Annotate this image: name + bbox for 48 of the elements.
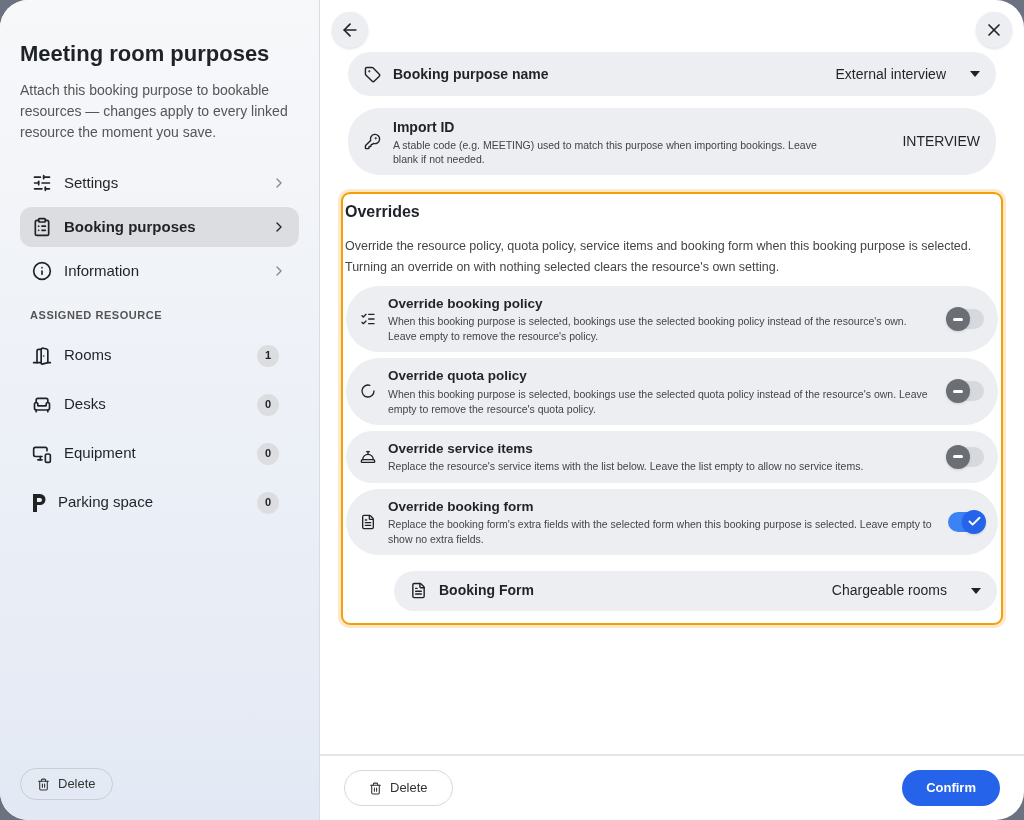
count-badge: 0: [257, 393, 279, 416]
override-description: When this booking purpose is selected, bookings use the selected booking policy instead of the resource's own. Leave empty to remove the resource's policy.: [388, 314, 908, 345]
nav-item[interactable]: Settings: [20, 163, 299, 203]
toggle-switch[interactable]: [948, 511, 984, 532]
resource-item[interactable]: Equipment 0: [20, 433, 299, 474]
parking-icon: [32, 493, 46, 512]
minus-icon: [953, 317, 963, 321]
caret-icon: [970, 71, 980, 77]
key-icon: [364, 133, 381, 150]
caret-icon: [971, 587, 981, 594]
trash-icon: [37, 777, 50, 791]
resource-item[interactable]: Parking space 0: [20, 482, 299, 523]
import-id-field[interactable]: Import ID A stable code (e.g. MEETING) used to match this purpose when importing bookings. Leave blank if not needed. INTERVIEW: [348, 108, 996, 175]
resource-item[interactable]: Desks 0: [20, 384, 299, 425]
field-label: Import ID: [393, 118, 456, 137]
count-badge: 0: [257, 442, 279, 465]
close-button[interactable]: [976, 12, 1012, 48]
resource-item[interactable]: Rooms 1: [20, 335, 299, 376]
minus-icon: [953, 389, 963, 393]
trash-icon: [369, 781, 382, 795]
override-title: Override booking form: [388, 497, 535, 516]
override-title: Override quota policy: [388, 367, 528, 386]
sidebar-title: Meeting room purposes: [20, 40, 271, 68]
field-hint: A stable code (e.g. MEETING) used to match this purpose when importing bookings. Leave blank if not needed.: [393, 138, 818, 166]
override-title: Override service items: [388, 439, 534, 458]
count-badge: 1: [257, 344, 279, 367]
override-description: Replace the resource's service items with the list below. Leave the list empty to allow no service items.: [388, 459, 865, 475]
count-badge: 0: [257, 491, 279, 514]
sidebar-description: Attach this booking purpose to bookable resources — changes apply to every linked resource the moment you save.: [20, 81, 289, 142]
form-icon: [410, 582, 427, 600]
confirm-button[interactable]: Confirm: [902, 770, 1000, 806]
back-button[interactable]: [332, 12, 368, 48]
override-title: Override booking policy: [388, 295, 544, 313]
section-label: ASSIGNED RESOURCE: [30, 308, 164, 323]
toggle-switch[interactable]: [948, 309, 984, 330]
form-select[interactable]: Booking Form Chargeable rooms: [394, 570, 997, 611]
toggle-switch[interactable]: [948, 381, 984, 402]
tag-icon: [364, 65, 381, 83]
name-select[interactable]: Booking purpose name External interview: [348, 52, 996, 96]
nav-item[interactable]: Information: [20, 251, 299, 291]
overrides-description: Override the resource policy, quota policy, service items and booking form when this booking purpose is selected. Turning an override on with nothing selected clears the resource's own setting.: [345, 238, 973, 276]
field-value: INTERVIEW: [902, 132, 980, 151]
override-description: Replace the booking form's extra fields with the selected form when this booking purpose is selected. Leave empty to show no extra fields.: [388, 516, 933, 547]
toggle-switch[interactable]: [948, 446, 984, 467]
overrides-title: Overrides: [345, 202, 421, 222]
override-description: When this booking purpose is selected, bookings use the selected quota policy instead of the resource's own. Leave empty to remove the resource's quota policy.: [388, 386, 929, 417]
minus-icon: [953, 455, 963, 458]
nav-item[interactable]: Booking purposes: [20, 207, 299, 247]
